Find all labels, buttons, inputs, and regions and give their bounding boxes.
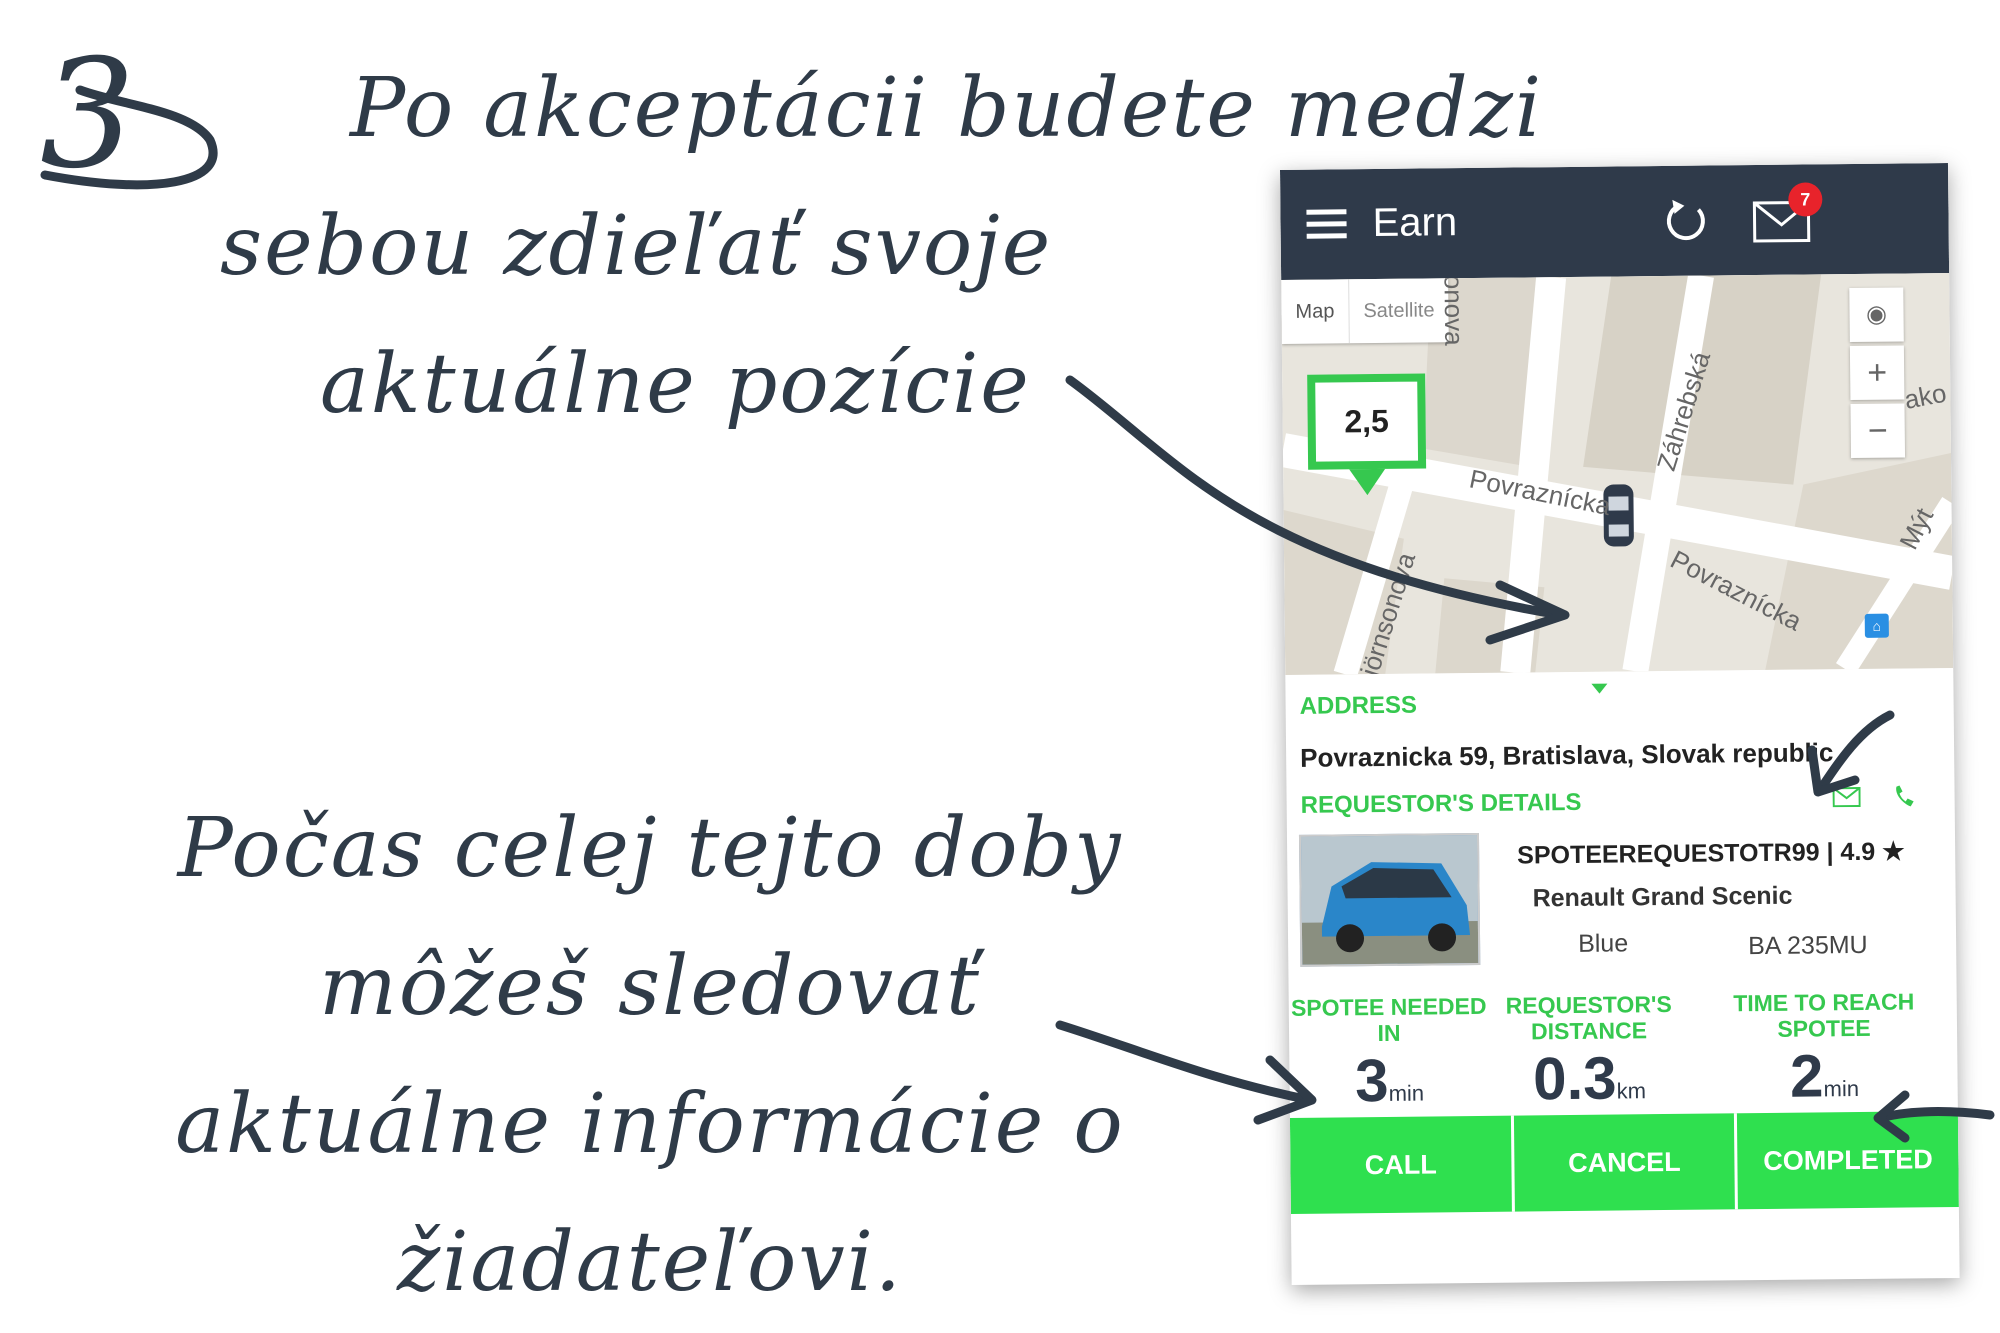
price-pin[interactable]: 2,5: [1307, 373, 1427, 470]
mail-icon[interactable]: [1832, 786, 1861, 808]
locate-icon[interactable]: ◉: [1849, 287, 1904, 343]
hamburger-icon[interactable]: [1306, 209, 1347, 239]
map-type-map[interactable]: Map: [1281, 279, 1349, 344]
address-value: Povraznicka 59, Bratislava, Slovak repub…: [1299, 737, 1834, 773]
phone-icon[interactable]: [1892, 784, 1914, 808]
street-label: sonova: [1438, 272, 1470, 346]
requestor-name: SPOTEEREQUESTOTR99 | 4.9 ★: [1517, 837, 1905, 870]
app-header: Earn 7: [1280, 163, 1950, 280]
bus-stop-icon[interactable]: ⌂: [1864, 613, 1889, 638]
car-plate: BA 235MU: [1748, 930, 1868, 961]
zoom-in-button[interactable]: +: [1849, 345, 1905, 401]
step-number: 3: [40, 28, 138, 202]
bottom-caption-line: žiadateľovi.: [397, 1215, 903, 1310]
stat-label: TIME TO REACH SPOTEE: [1733, 988, 1915, 1042]
bottom-caption: Počas celej tejto doby môžeš sledovať ak…: [100, 780, 1200, 1332]
pin-tail: [1349, 468, 1386, 496]
action-bar: CALL CANCEL COMPLETED: [1289, 1110, 1959, 1214]
map-type-toggle: Map Satellite: [1281, 278, 1449, 344]
stat-requestor-distance: REQUESTOR'S DISTANCE 0.3km: [1489, 991, 1690, 1128]
collapse-arrow-icon[interactable]: [1591, 683, 1608, 694]
completed-button[interactable]: COMPLETED: [1737, 1111, 1959, 1209]
zoom-out-button[interactable]: −: [1850, 403, 1906, 459]
notification-badge: 7: [1788, 182, 1823, 217]
bottom-caption-line: Počas celej tejto doby: [177, 801, 1123, 896]
car-photo: [1298, 832, 1481, 967]
map-type-satellite[interactable]: Satellite: [1348, 278, 1449, 344]
stat-spotee-needed: SPOTEE NEEDED IN 3min: [1289, 993, 1490, 1130]
stat-label: SPOTEE NEEDED IN: [1290, 992, 1487, 1047]
car-model: Renault Grand Scenic: [1532, 881, 1793, 913]
map-view[interactable]: Map Satellite ◉ + − 2,5 Povraznícka Povr…: [1281, 272, 1954, 675]
address-label: ADDRESS: [1299, 691, 1418, 720]
bottom-caption-line: môžeš sledovať: [319, 939, 981, 1034]
page-title: Earn: [1372, 200, 1458, 246]
car-color: Blue: [1577, 929, 1629, 958]
bottom-caption-line: aktuálne informácie o: [175, 1077, 1125, 1172]
phone-screen: Earn 7 Map Satellite ◉ + − 2,5 Povrazníc…: [1280, 163, 1960, 1285]
map-controls: ◉ + −: [1849, 287, 1911, 462]
cancel-button[interactable]: CANCEL: [1513, 1113, 1739, 1212]
details-panel: ADDRESS Povraznicka 59, Bratislava, Slov…: [1285, 668, 1957, 1114]
call-button[interactable]: CALL: [1289, 1115, 1515, 1214]
stat-label: REQUESTOR'S DISTANCE: [1505, 990, 1672, 1045]
stat-time-to-reach: TIME TO REACH SPOTEE 2min: [1709, 988, 1940, 1125]
requestor-label: REQUESTOR'S DETAILS: [1300, 788, 1582, 819]
refresh-icon[interactable]: [1660, 195, 1711, 246]
top-caption-line: Po akceptácii budete medzi: [350, 61, 1544, 156]
